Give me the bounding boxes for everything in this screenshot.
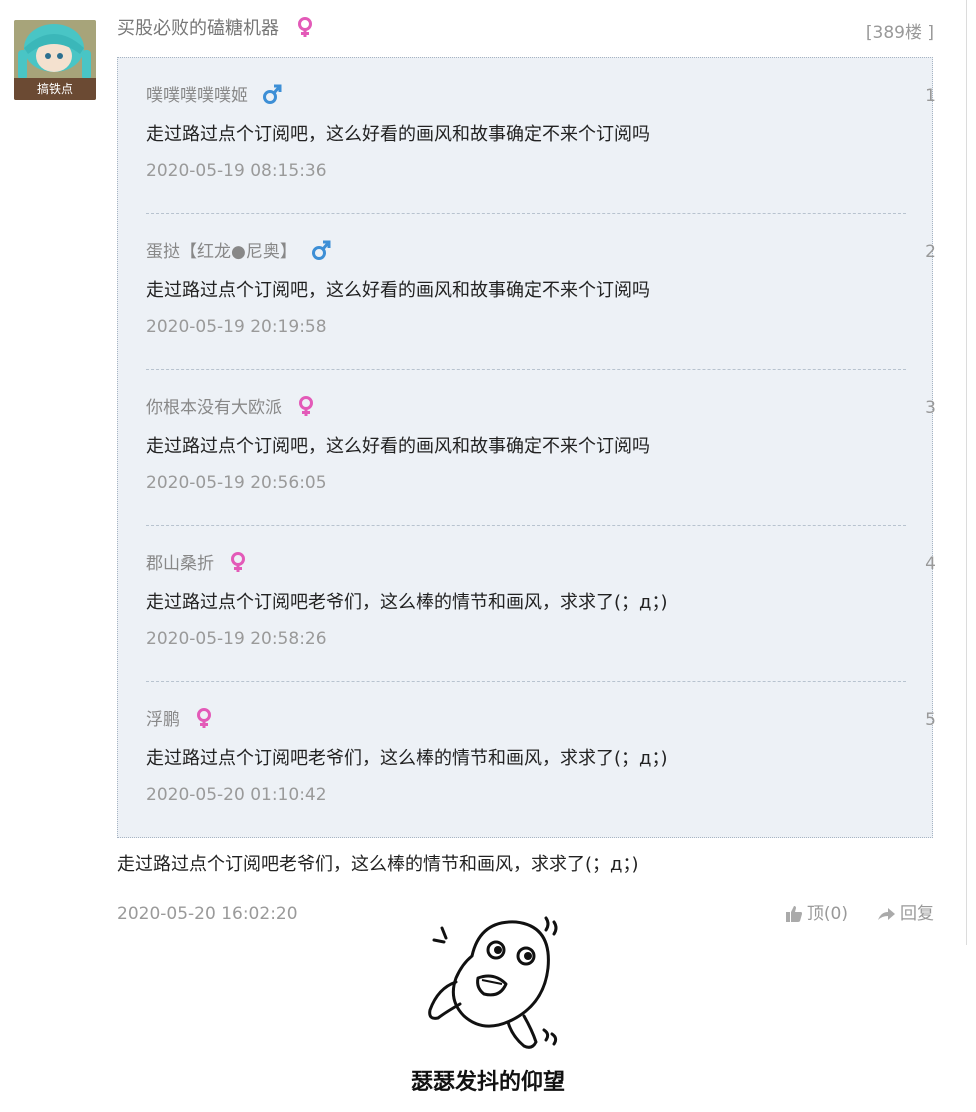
reply-text: 走过路过点个订阅吧，这么好看的画风和故事确定不来个订阅吗 xyxy=(146,436,650,457)
meme-sticker-image xyxy=(428,916,558,1049)
female-icon xyxy=(299,396,313,416)
reply-time: 2020-05-20 01:10:42 xyxy=(146,785,327,805)
reply-number: 1 xyxy=(925,86,936,106)
reply-text: 走过路过点个订阅吧，这么好看的画风和故事确定不来个订阅吗 xyxy=(146,124,650,145)
reply-number: 3 xyxy=(925,398,936,418)
reply-user-name[interactable]: 浮鹏 xyxy=(146,710,180,730)
reply-user-name[interactable]: 郡山桑折 xyxy=(146,554,214,574)
female-icon xyxy=(231,552,245,572)
thumbs-up-icon xyxy=(785,906,802,922)
reply-item: 噗噗噗噗噗姬 1 走过路过点个订阅吧，这么好看的画风和故事确定不来个订阅吗 20… xyxy=(146,58,936,214)
post-time: 2020-05-20 16:02:20 xyxy=(117,904,298,924)
reply-text: 走过路过点个订阅吧老爷们，这么棒的情节和画风，求求了(；д；) xyxy=(146,592,668,613)
reply-user-name[interactable]: 蛋挞【红龙●尼奥】 xyxy=(146,242,297,262)
post-author-line: 买股必败的磕糖机器 xyxy=(117,16,315,42)
reply-label: 回复 xyxy=(900,904,934,924)
reply-user-name[interactable]: 你根本没有大欧派 xyxy=(146,398,282,418)
reply-number: 5 xyxy=(925,710,936,730)
reply-user-line: 浮鹏 xyxy=(146,707,214,732)
reply-user-line: 你根本没有大欧派 xyxy=(146,395,316,420)
post-author-name[interactable]: 买股必败的磕糖机器 xyxy=(117,18,279,39)
reply-item: 郡山桑折 4 走过路过点个订阅吧老爷们，这么棒的情节和画风，求求了(；д；) 2… xyxy=(146,526,936,682)
reply-time: 2020-05-19 20:56:05 xyxy=(146,473,327,493)
reply-time: 2020-05-19 08:15:36 xyxy=(146,161,327,181)
reply-user-line: 蛋挞【红龙●尼奥】 xyxy=(146,239,331,264)
reply-user-line: 郡山桑折 xyxy=(146,551,248,576)
reply-user-line: 噗噗噗噗噗姬 xyxy=(146,83,282,108)
reply-text: 走过路过点个订阅吧，这么好看的画风和故事确定不来个订阅吗 xyxy=(146,280,650,301)
reply-number: 2 xyxy=(925,242,936,262)
reply-button[interactable]: 回复 xyxy=(876,902,934,926)
post-text: 走过路过点个订阅吧老爷们，这么棒的情节和画风，求求了(；д；) xyxy=(117,854,639,875)
reply-item: 蛋挞【红龙●尼奥】 2 走过路过点个订阅吧，这么好看的画风和故事确定不来个订阅吗… xyxy=(146,214,936,370)
reply-number: 4 xyxy=(925,554,936,574)
reply-arrow-icon xyxy=(878,908,895,920)
post-actions: 顶(0) 回复 xyxy=(785,902,934,926)
floor-number: [389楼 ] xyxy=(865,23,934,43)
reply-text: 走过路过点个订阅吧老爷们，这么棒的情节和画风，求求了(；д；) xyxy=(146,748,668,769)
reply-list: 噗噗噗噗噗姬 1 走过路过点个订阅吧，这么好看的画风和故事确定不来个订阅吗 20… xyxy=(117,57,936,838)
female-icon xyxy=(298,17,312,37)
reply-user-name[interactable]: 噗噗噗噗噗姬 xyxy=(146,86,248,106)
meme-caption: 瑟瑟发抖的仰望 xyxy=(410,1070,565,1095)
like-label: 顶(0) xyxy=(806,904,848,924)
reply-item: 浮鹏 5 走过路过点个订阅吧老爷们，这么棒的情节和画风，求求了(；д；) 202… xyxy=(146,682,936,838)
male-icon xyxy=(263,84,282,104)
avatar[interactable]: 搞铁点 xyxy=(14,20,96,100)
female-icon xyxy=(197,708,211,728)
avatar-tag: 搞铁点 xyxy=(14,78,96,100)
male-icon xyxy=(311,240,331,260)
reply-time: 2020-05-19 20:58:26 xyxy=(146,629,327,649)
page-edge-line xyxy=(966,0,967,945)
reply-item: 你根本没有大欧派 3 走过路过点个订阅吧，这么好看的画风和故事确定不来个订阅吗 … xyxy=(146,370,936,526)
reply-time: 2020-05-19 20:19:58 xyxy=(146,317,327,337)
like-button[interactable]: 顶(0) xyxy=(785,902,848,926)
